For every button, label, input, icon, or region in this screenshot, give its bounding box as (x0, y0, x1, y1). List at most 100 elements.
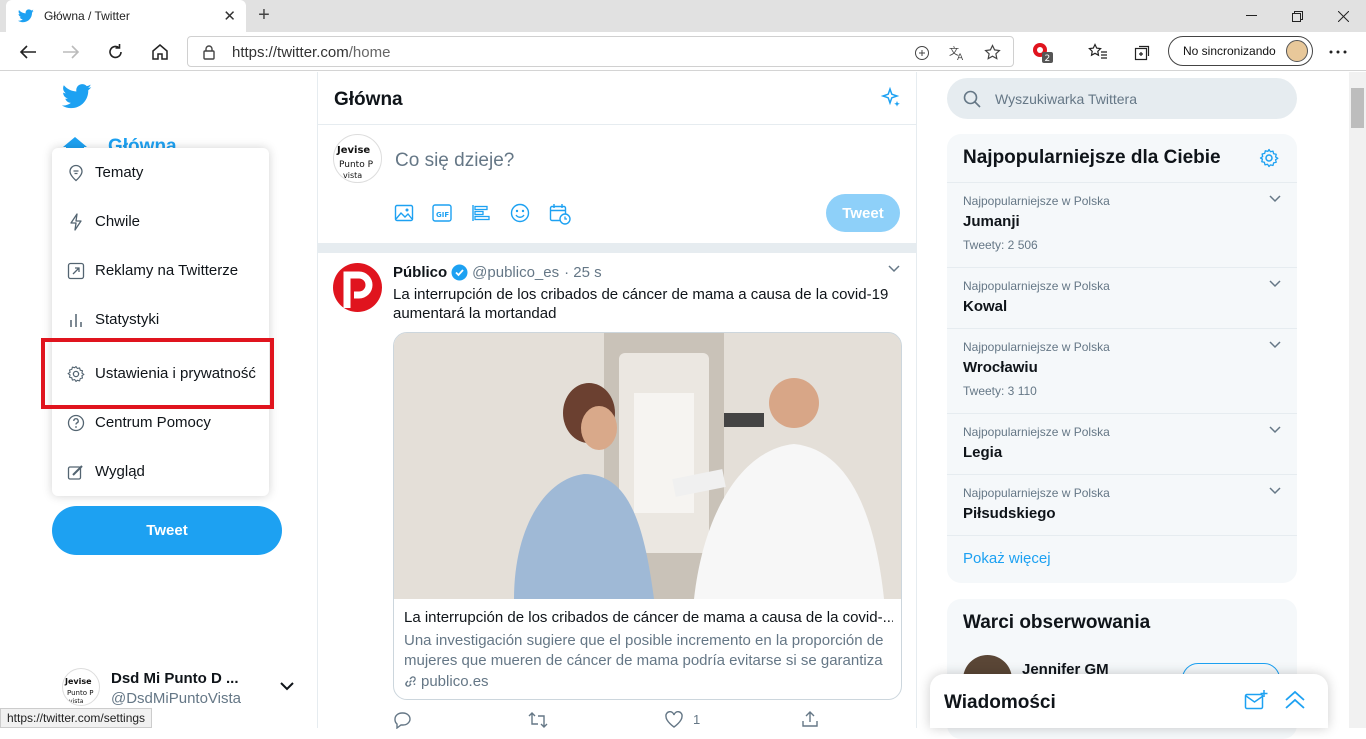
close-tab-icon[interactable]: ✕ (223, 7, 236, 25)
restore-button[interactable] (1274, 0, 1320, 32)
verified-badge-icon (451, 264, 468, 281)
appearance-icon (67, 463, 95, 481)
trends-card: Najpopularniejsze dla Ciebie Najpopularn… (947, 134, 1297, 583)
account-name: Dsd Mi Punto D ... (111, 670, 239, 687)
who-to-follow-title: Warci obserwowania (963, 612, 1151, 633)
trends-settings-gear-icon[interactable] (1259, 148, 1279, 168)
svg-text:Jevise: Jevise (336, 145, 370, 156)
close-window-button[interactable] (1320, 0, 1366, 32)
collections-icon[interactable] (1130, 39, 1156, 65)
like-count: 1 (693, 712, 701, 727)
chevron-down-icon[interactable] (1269, 195, 1281, 203)
tweet-item[interactable]: Público @publico_es · 25 s La interrupci… (318, 253, 917, 733)
link-card[interactable]: La interrupción de los cribados de cánce… (393, 332, 902, 700)
trends-title: Najpopularniejsze dla Ciebie (963, 147, 1221, 168)
stats-icon (67, 311, 95, 329)
tweet-header: Público @publico_es · 25 s (393, 264, 602, 281)
expand-up-icon[interactable] (1284, 690, 1306, 710)
trend-item[interactable]: Najpopularniejsze w Polska Piłsudskiego (947, 474, 1297, 535)
tab-title: Główna / Twitter (44, 9, 130, 23)
timeline-header: Główna (318, 72, 917, 125)
main-timeline: Główna Jevise Punto Pvista Co się dzieje?… (317, 72, 917, 729)
retweet-icon[interactable] (528, 711, 548, 729)
compose-tweet-button[interactable]: Tweet (826, 194, 900, 232)
account-switcher[interactable]: Jevise Punto Pvista Dsd Mi Punto D ... @D… (62, 666, 302, 712)
lock-icon (202, 44, 216, 60)
messages-title: Wiadomości (944, 692, 1056, 713)
link-icon (404, 675, 417, 688)
browser-tab-bar: Główna / Twitter ✕ + (0, 0, 1366, 32)
minimize-button[interactable] (1228, 0, 1274, 32)
show-more-link[interactable]: Pokaż więcej (947, 535, 1297, 581)
chevron-down-icon (280, 682, 294, 691)
profile-sync-button[interactable]: No sincronizando (1168, 36, 1313, 66)
share-icon[interactable] (801, 710, 819, 728)
menu-item-moments[interactable]: Chwile (52, 197, 269, 246)
external-link-icon (67, 262, 95, 280)
account-handle: @DsdMiPuntoVista (111, 690, 242, 707)
svg-text:GIF: GIF (436, 211, 449, 219)
back-button[interactable] (15, 39, 41, 65)
page-scrollbar[interactable] (1349, 72, 1366, 728)
like-button[interactable]: 1 (665, 711, 700, 728)
twitter-logo-icon (18, 9, 34, 23)
url-text: https://twitter.com/home (232, 44, 391, 61)
link-card-title: La interrupción de los cribados de cánce… (404, 609, 893, 626)
heart-icon (665, 711, 683, 728)
emoji-icon[interactable] (510, 203, 530, 223)
compose-input[interactable]: Co się dzieje? (395, 150, 514, 172)
trend-item[interactable]: Najpopularniejsze w Polska Legia (947, 413, 1297, 474)
svg-text:A: A (957, 53, 964, 62)
more-menu-popup: Tematy Chwile Reklamy na Twitterze Staty… (52, 148, 269, 496)
forward-button[interactable] (58, 39, 84, 65)
tweet-author-name[interactable]: Público (393, 264, 447, 281)
svg-text:vista: vista (343, 171, 362, 180)
sidebar-tweet-button[interactable]: Tweet (52, 506, 282, 555)
browser-status-url: https://twitter.com/settings (0, 708, 153, 728)
menu-item-topics[interactable]: Tematy (52, 148, 269, 197)
browser-tab[interactable]: Główna / Twitter ✕ (6, 0, 246, 32)
link-card-image (394, 333, 901, 599)
media-icon[interactable] (394, 203, 414, 223)
trend-item[interactable]: Najpopularniejsze w Polska Kowal (947, 267, 1297, 328)
sparkle-icon[interactable] (878, 86, 902, 110)
tweet-text: La interrupción de los cribados de cánce… (393, 286, 889, 322)
twitter-home-logo-icon[interactable] (62, 84, 92, 109)
more-menu-icon[interactable] (1325, 39, 1351, 65)
add-site-icon[interactable] (914, 45, 930, 61)
scrollbar-thumb[interactable] (1351, 88, 1364, 128)
right-sidebar: Wyszukiwarka Twittera Najpopularniejsze … (930, 72, 1350, 739)
menu-item-display[interactable]: Wygląd (52, 447, 269, 496)
poll-icon[interactable] (471, 203, 491, 223)
chevron-down-icon[interactable] (1269, 426, 1281, 434)
messages-drawer[interactable]: Wiadomości (930, 674, 1328, 728)
reply-icon[interactable] (393, 711, 411, 729)
lightning-icon (67, 212, 95, 231)
refresh-button[interactable] (103, 39, 129, 65)
new-message-icon[interactable] (1244, 689, 1268, 711)
gif-icon[interactable]: GIF (432, 203, 452, 223)
profile-avatar (1286, 40, 1308, 62)
search-input[interactable]: Wyszukiwarka Twittera (947, 78, 1297, 119)
tweet-author-avatar[interactable] (333, 263, 382, 312)
chevron-down-icon[interactable] (1269, 487, 1281, 495)
extension-icon[interactable]: 2 (1029, 39, 1055, 65)
new-tab-button[interactable]: + (254, 4, 274, 26)
chevron-down-icon[interactable] (1269, 341, 1281, 349)
chevron-down-icon[interactable] (1269, 280, 1281, 288)
trend-item[interactable]: Najpopularniejsze w Polska Wrocławiu Twe… (947, 328, 1297, 413)
tweet-timestamp[interactable]: · 25 s (564, 264, 602, 281)
menu-item-twitter-ads[interactable]: Reklamy na Twitterze (52, 246, 269, 295)
tweet-options-chevron-icon[interactable] (888, 265, 900, 273)
trend-item[interactable]: Najpopularniejsze w Polska Jumanji Tweet… (947, 182, 1297, 267)
favorite-star-icon[interactable] (984, 44, 1001, 61)
translate-icon[interactable]: 文A (948, 44, 966, 62)
svg-text:Punto P: Punto P (67, 689, 93, 697)
home-button[interactable] (147, 39, 173, 65)
schedule-icon[interactable] (549, 203, 571, 225)
favorites-bar-icon[interactable] (1085, 39, 1111, 65)
address-bar[interactable]: https://twitter.com/home 文A (187, 36, 1014, 67)
menu-item-analytics[interactable]: Statystyki (52, 295, 269, 344)
compose-box: Jevise Punto Pvista Co się dzieje? GIF Tw… (318, 126, 917, 243)
svg-text:Punto P: Punto P (339, 160, 374, 170)
